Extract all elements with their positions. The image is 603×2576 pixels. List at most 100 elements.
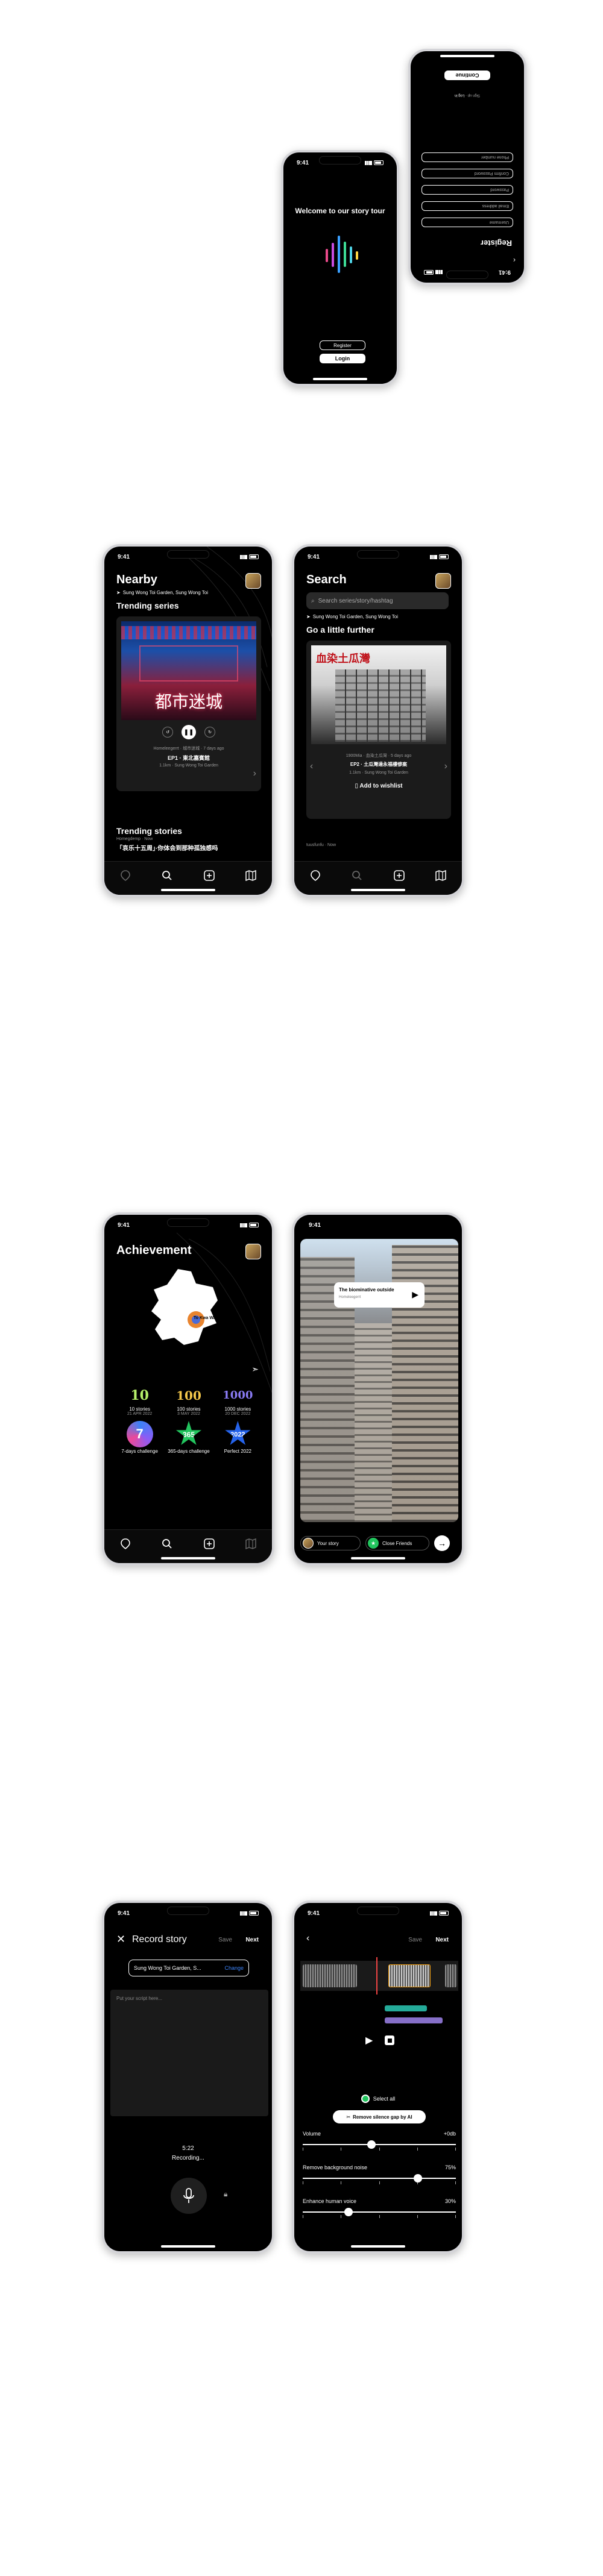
play-icon[interactable]: ▶ (412, 1290, 418, 1300)
tab-add-icon[interactable] (203, 869, 216, 882)
save-button[interactable]: Save (218, 1937, 232, 1943)
pause-icon[interactable]: ❚❚ (182, 725, 196, 739)
badge-100-stories[interactable]: 100 100 stories 3 MAY 2022 (164, 1385, 213, 1416)
badge-100-icon: 100 (176, 1388, 201, 1403)
rewind-icon[interactable]: ↺ (162, 727, 173, 738)
close-friends-label: Close Friends (382, 1540, 412, 1546)
badge-1000-icon: 1000 (223, 1389, 253, 1402)
script-textarea[interactable]: Put your script here... (110, 1990, 268, 2116)
continue-button[interactable]: Continue (444, 71, 490, 80)
tab-search-icon[interactable] (350, 869, 364, 882)
status-time: 9:41 (118, 1910, 130, 1917)
poster-title: 血染土瓜灣 (316, 653, 370, 665)
save-button[interactable]: Save (408, 1937, 422, 1943)
stories-preview[interactable]: 「哀乐十五周」·你体会到那种孤独感吗 (116, 843, 218, 852)
waveform-editor[interactable] (300, 1957, 458, 1995)
series-card[interactable]: 血染土瓜灣 ‹ › 1900Mia · 血染土瓜灣 · 5 days ago E… (306, 641, 451, 819)
waveform-clip-2[interactable] (388, 1964, 431, 1987)
page-title: Search (306, 573, 347, 586)
tab-map-icon[interactable] (434, 869, 447, 882)
waveform-clip-3[interactable] (445, 1964, 457, 1987)
playhead[interactable] (376, 1957, 377, 1995)
close-icon[interactable]: ✕ (116, 1933, 125, 1946)
stop-button[interactable] (385, 2035, 394, 2045)
select-all-row[interactable]: Select all (294, 2095, 462, 2103)
next-card-arrow-icon[interactable]: › (253, 768, 256, 779)
track-clip-b[interactable] (385, 2017, 443, 2023)
close-friends-button[interactable]: ★ Close Friends (365, 1536, 429, 1550)
tab-nearby-pin-icon[interactable] (119, 869, 132, 882)
avatar[interactable] (245, 1244, 261, 1259)
navigate-arrow-icon[interactable]: ➣ (251, 1364, 259, 1374)
badge-label: 10 stories (129, 1406, 150, 1412)
status-bar: 9:41 (104, 1909, 272, 1917)
phone-number-field[interactable]: Phone number (421, 152, 513, 162)
slider-ticks (303, 2181, 456, 2184)
play-button[interactable]: ▶ (365, 2034, 373, 2046)
search-icon: ⌕ (311, 597, 315, 604)
login-button[interactable]: Login (320, 354, 365, 363)
back-icon[interactable]: ‹ (306, 1933, 309, 1944)
back-icon[interactable]: ‹ (513, 256, 516, 265)
next-button[interactable]: Next (245, 1937, 259, 1943)
confirm-password-field[interactable]: Confirm Password (421, 169, 513, 178)
your-story-button[interactable]: Your story (300, 1536, 361, 1550)
slider-label: Enhance human voice (303, 2198, 357, 2204)
slider-thumb[interactable] (413, 2174, 422, 2183)
location-text: Sung Wong Toi Garden, Sung Wong Toi (122, 590, 208, 595)
tab-search-icon[interactable] (160, 1537, 174, 1550)
story-card-title: The biominative outside (339, 1287, 394, 1293)
series-episode: EP1 · 東北嘉賓館 (167, 755, 210, 761)
next-button[interactable]: Next (435, 1937, 449, 1943)
signal-icon (435, 270, 443, 275)
forward-icon[interactable]: ↻ (204, 727, 215, 738)
track-clip-a[interactable] (385, 2005, 427, 2011)
location-row[interactable]: ➤ Sung Wong Toi Garden, Sung Wong Toi (306, 614, 398, 619)
location-row[interactable]: ➤ Sung Wong Toi Garden, Sung Wong Toi (116, 590, 208, 595)
badge-365-days[interactable]: 365 365-days challenge (164, 1421, 213, 1454)
password-field[interactable]: Password (421, 185, 513, 195)
tab-add-icon[interactable] (203, 1537, 216, 1550)
search-input[interactable]: ⌕ Search series/story/hashtag (306, 592, 449, 609)
tab-nearby-pin-icon[interactable] (309, 869, 322, 882)
series-distance: 1.1km · Sung Wong Toi Garden (349, 771, 408, 775)
register-button[interactable]: Register (320, 340, 365, 350)
badge-label: 1000 stories (224, 1406, 251, 1412)
tab-add-icon[interactable] (393, 869, 406, 882)
status-time: 9:41 (118, 553, 130, 560)
username-field[interactable]: Username (421, 218, 513, 227)
slider-track[interactable] (303, 2140, 456, 2151)
change-location-link[interactable]: Change (224, 1965, 244, 1971)
add-to-wishlist-button[interactable]: ▯ Add to wishlist (306, 783, 451, 789)
avatar[interactable] (245, 573, 261, 589)
status-time: 9:41 (308, 553, 320, 560)
district-map[interactable] (140, 1265, 237, 1356)
status-bar: 9:41 (294, 1909, 462, 1917)
status-time: 9:41 (309, 1222, 321, 1229)
signal-icon (430, 1911, 437, 1916)
phone-edit-audio: 9:41 ‹ Save Next ▶ Select all ✂ Remove s… (292, 1901, 464, 2254)
series-card[interactable]: 都市迷城 ↺ ❚❚ ↻ Homeleegerrt · 城市迷城 · 7 days… (116, 616, 261, 791)
badge-10-stories[interactable]: 10 10 stories 21 APR 2022 (115, 1385, 164, 1416)
send-arrow-button[interactable]: → (434, 1535, 450, 1551)
battery-icon (249, 1223, 259, 1227)
tab-map-icon[interactable] (244, 1537, 257, 1550)
badge-perfect-2022[interactable]: 2022 Perfect 2022 (213, 1421, 262, 1454)
tab-search-icon[interactable] (160, 869, 174, 882)
tab-map-icon[interactable] (244, 869, 257, 882)
lock-icon[interactable]: 🔒︎ (224, 2190, 227, 2199)
waveform-clip-1[interactable] (303, 1964, 357, 1987)
email-field[interactable]: Email address (421, 201, 513, 211)
badge-7-days[interactable]: 7 7-days challenge (115, 1421, 164, 1454)
avatar[interactable] (435, 573, 451, 589)
story-popup-card[interactable]: The biominative outside Homeleegerrt ▶ (334, 1282, 425, 1308)
slider-track[interactable] (303, 2208, 456, 2218)
star-icon: ★ (368, 1538, 379, 1549)
slider-track[interactable] (303, 2174, 456, 2184)
microphone-button[interactable] (171, 2178, 207, 2214)
badge-1000-stories[interactable]: 1000 1000 stories 20 DEC 2022 (213, 1385, 262, 1416)
phone-register: 9:41 ‹ Register Username Email address P… (408, 49, 526, 285)
login-link[interactable]: Log in (455, 93, 464, 97)
tab-nearby-pin-icon[interactable] (119, 1537, 132, 1550)
remove-silence-ai-button[interactable]: ✂ Remove silence gap by AI (333, 2110, 426, 2123)
